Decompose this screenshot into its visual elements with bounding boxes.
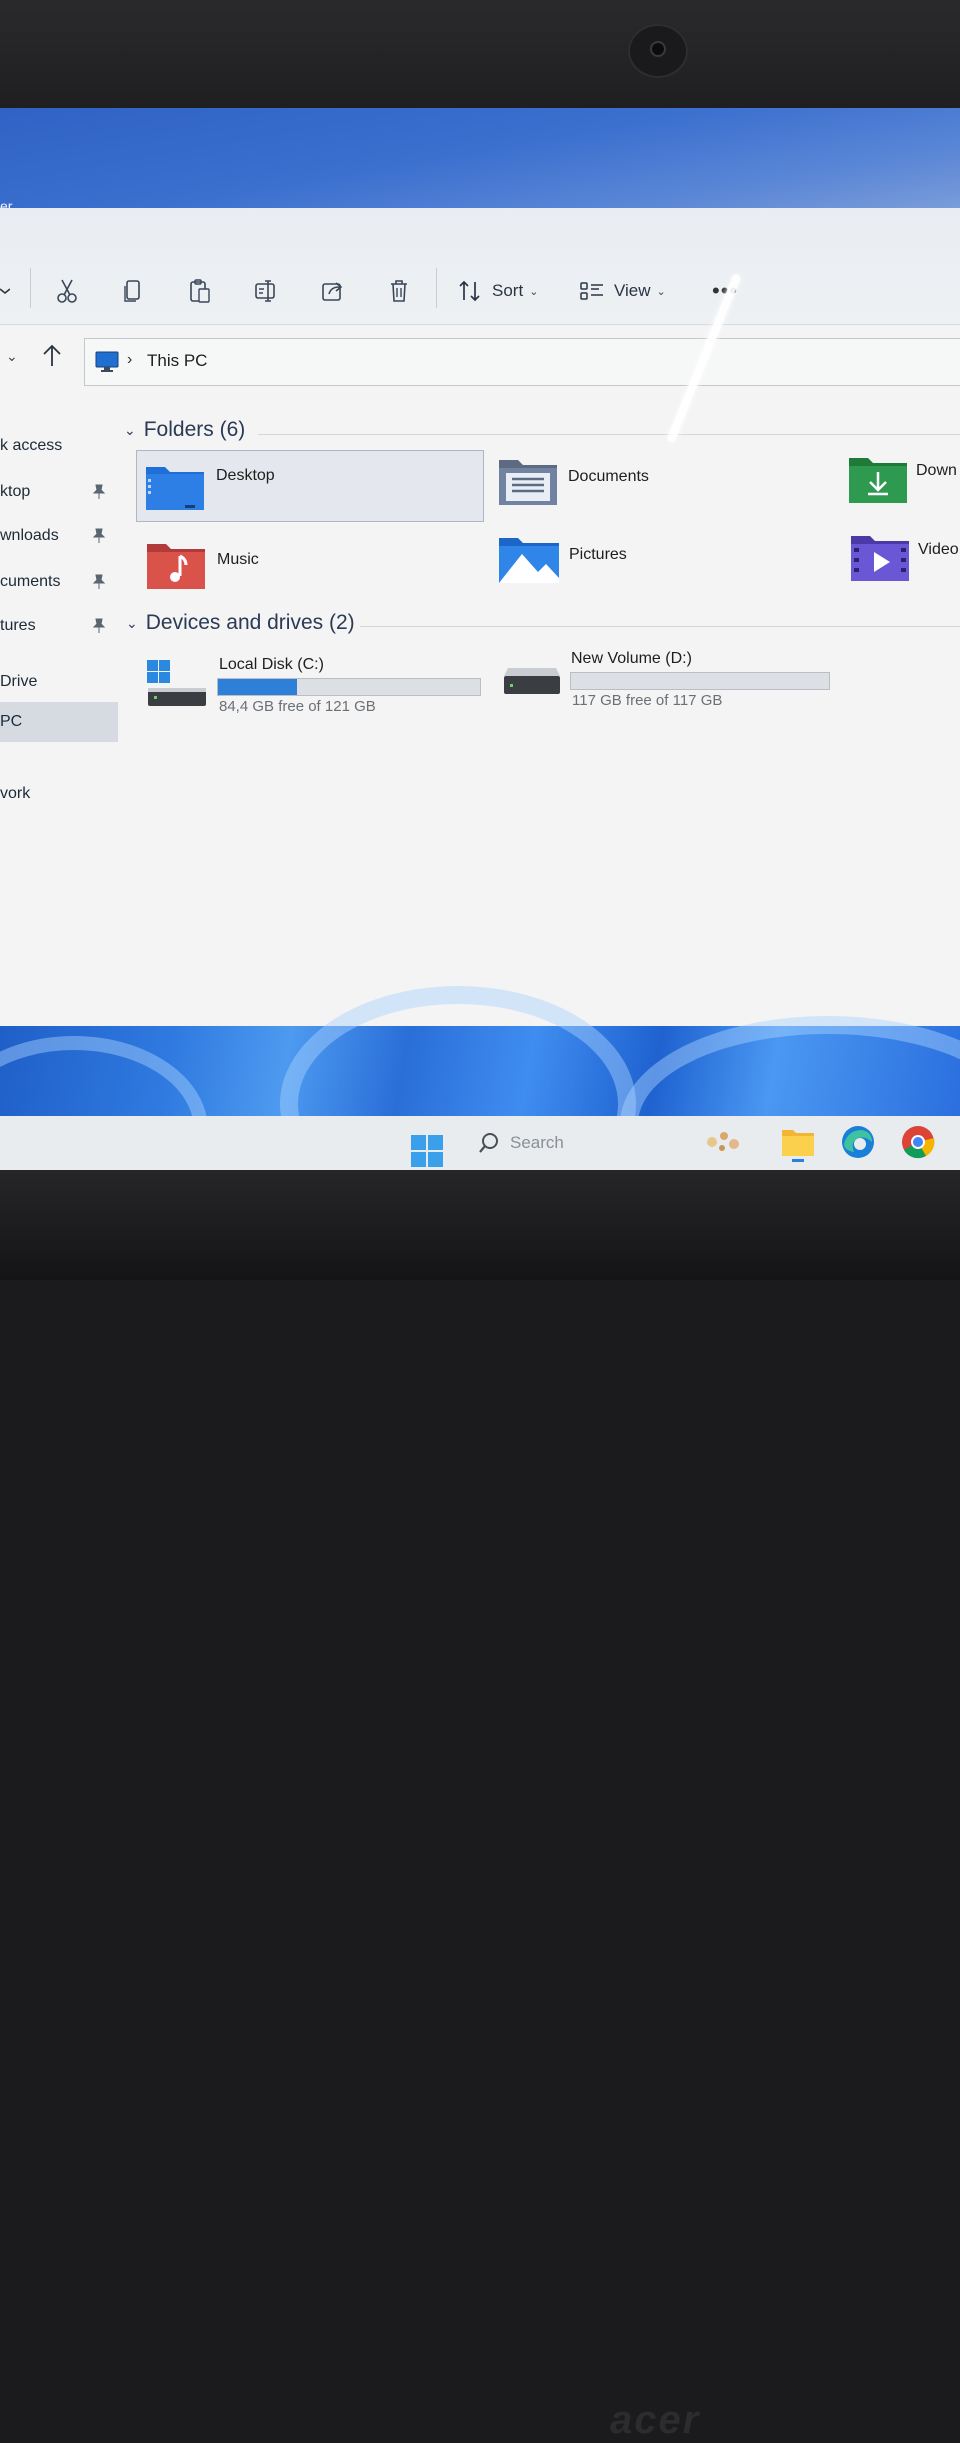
chevron-down-icon: ⌄: [126, 614, 138, 631]
chevron-down-icon: ⌄: [529, 285, 539, 298]
folder-tile-desktop[interactable]: Desktop: [136, 450, 484, 522]
windows-start-icon[interactable]: [410, 1134, 444, 1170]
delete-icon: [391, 280, 407, 302]
new-dropdown-chevron-icon[interactable]: [0, 274, 10, 308]
title-bar: er: [0, 108, 960, 218]
chevron-down-icon: ⌄: [656, 285, 666, 298]
sidebar-item-downloads[interactable]: wnloads: [0, 518, 118, 554]
drives-section-header[interactable]: ⌄ Devices and drives (2): [126, 611, 355, 635]
windows-drive-icon: [147, 660, 206, 706]
this-pc-icon: [95, 351, 119, 372]
view-icon: [580, 282, 603, 300]
pin-icon: [92, 484, 106, 499]
webcam-icon: [628, 24, 688, 78]
search-icon: [479, 1133, 498, 1153]
taskbar: Search: [0, 1116, 960, 1170]
taskbar-search-placeholder: Search: [510, 1133, 564, 1152]
navigation-row: ⌄ › This PC: [0, 330, 960, 390]
sidebar-item-this-pc[interactable]: PC: [0, 702, 118, 742]
videos-folder-icon: [851, 536, 909, 581]
share-icon: [322, 282, 343, 301]
navigation-pane: k access ktop wnloads cuments tures Driv…: [0, 390, 118, 1030]
pictures-folder-icon: [499, 538, 559, 583]
sort-icon: [459, 280, 480, 302]
folder-tile-music[interactable]: Music: [136, 530, 482, 596]
taskbar-search-box[interactable]: Search: [478, 1132, 564, 1154]
drive-tile-c[interactable]: Local Disk (C:) 84,4 GB free of 121 GB: [136, 648, 482, 728]
desktop-folder-icon: [146, 467, 204, 510]
downloads-folder-icon: [849, 458, 907, 503]
rename-icon: [255, 280, 275, 302]
drive-c-usage-fill: [218, 679, 297, 695]
view-label: View: [614, 281, 651, 300]
drive-tile-d[interactable]: New Volume (D:) 117 GB free of 117 GB: [496, 642, 836, 722]
chrome-icon[interactable]: [900, 1124, 936, 1165]
sort-label: Sort: [492, 281, 524, 300]
up-arrow-icon[interactable]: [40, 342, 64, 373]
address-bar[interactable]: › This PC: [84, 338, 960, 386]
paste-icon: [190, 279, 210, 303]
file-explorer-window: Sort ⌄ View ⌄ ••• ⌄ › This PC k access k…: [0, 208, 960, 1028]
sidebar-item-pictures[interactable]: tures: [0, 608, 118, 644]
rename-button[interactable]: [254, 274, 280, 308]
delete-button[interactable]: [388, 274, 410, 308]
hard-drive-icon: [504, 668, 560, 694]
laptop-brand-logo: acer: [610, 2398, 701, 2442]
chevron-down-icon: ⌄: [124, 421, 136, 438]
pin-icon: [92, 574, 106, 589]
cut-button[interactable]: [56, 274, 78, 308]
breadcrumb-separator-icon: ›: [127, 351, 133, 368]
sort-button[interactable]: Sort ⌄: [458, 274, 538, 308]
music-folder-icon: [147, 544, 205, 589]
recent-locations-chevron-icon[interactable]: ⌄: [6, 348, 18, 365]
file-explorer-icon[interactable]: [780, 1124, 816, 1169]
folder-tile-documents[interactable]: Documents: [496, 450, 796, 516]
sidebar-item-quick-access[interactable]: k access: [0, 428, 118, 464]
folders-section-header[interactable]: ⌄ Folders (6): [124, 418, 245, 442]
widgets-icon[interactable]: [700, 1124, 750, 1165]
command-bar: Sort ⌄ View ⌄ •••: [0, 208, 960, 326]
paste-button[interactable]: [188, 274, 212, 308]
share-button[interactable]: [320, 274, 346, 308]
sidebar-item-onedrive[interactable]: Drive: [0, 664, 118, 700]
sidebar-item-network[interactable]: vork: [0, 776, 118, 812]
drive-c-usage-bar: [217, 678, 481, 696]
copy-button[interactable]: [122, 274, 144, 308]
documents-folder-icon: [499, 460, 557, 505]
laptop-bezel-bottom: acer: [0, 1170, 960, 2442]
scissors-icon: [57, 279, 77, 303]
copy-icon: [124, 280, 140, 302]
desktop-wallpaper: [0, 986, 960, 1170]
breadcrumb-this-pc[interactable]: This PC: [147, 351, 207, 371]
pin-icon: [92, 618, 106, 633]
drive-d-usage-bar: [570, 672, 830, 690]
view-button[interactable]: View ⌄: [580, 274, 666, 308]
sidebar-item-desktop[interactable]: ktop: [0, 474, 118, 510]
folder-tile-downloads[interactable]: Down: [846, 448, 960, 514]
pin-icon: [92, 528, 106, 543]
laptop-bezel-top: [0, 0, 960, 108]
screen: er Sort ⌄ View ⌄ ••• ⌄ › This PC k acces…: [0, 108, 960, 1170]
folder-tile-videos[interactable]: Video: [846, 526, 960, 592]
edge-icon[interactable]: [840, 1124, 876, 1165]
sidebar-item-documents[interactable]: cuments: [0, 564, 118, 600]
folder-tile-pictures[interactable]: Pictures: [496, 528, 796, 594]
